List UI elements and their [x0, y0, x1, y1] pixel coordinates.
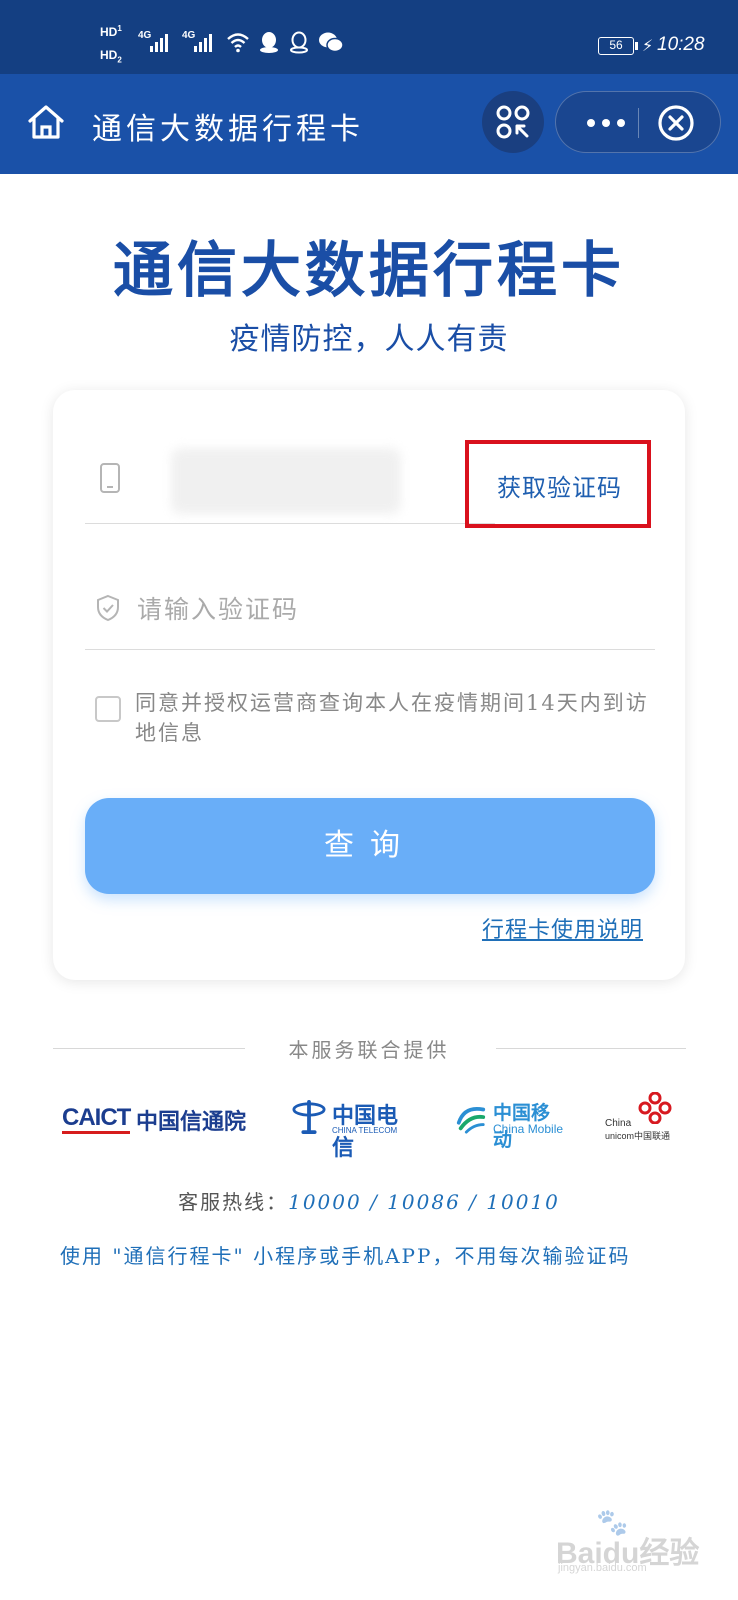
china-mobile-logo: 中国移动 China Mobile [455, 1098, 565, 1151]
china-unicom-icon [638, 1092, 672, 1124]
phone-icon [100, 463, 120, 493]
baidu-watermark: 🐾 Baidu经验 jingyan.baidu.com [556, 1508, 700, 1574]
home-icon[interactable] [24, 100, 68, 144]
charging-icon: ⚡ [642, 36, 654, 55]
china-telecom-logo: 中国电信 CHINA TELECOM [292, 1098, 412, 1161]
page-title: 通信大数据行程卡 [113, 236, 625, 306]
app-tip-link[interactable]: 使用 "通信行程卡" 小程序或手机APP，不用每次输验证码 [60, 1240, 720, 1269]
get-code-button[interactable]: 获取验证码 [497, 468, 622, 503]
guide-link[interactable]: 行程卡使用说明 [482, 912, 643, 944]
nav-bar: 通信大数据行程卡 [0, 74, 738, 174]
hotline-label: 客服热线： [178, 1190, 289, 1214]
status-time: 10:28 [657, 34, 705, 55]
signal-sim1-icon: 4G [138, 28, 168, 54]
china-telecom-icon [292, 1100, 326, 1134]
china-unicom-logo: China unicom中国联通 [605, 1092, 685, 1142]
caict-logo: CAICT 中国信通院 [62, 1104, 247, 1135]
provider-label: 本服务联合提供 [288, 1038, 450, 1062]
phone-divider [85, 523, 495, 524]
china-mobile-icon [456, 1107, 486, 1134]
hotline: 客服热线：10000 / 10086 / 10010 [0, 1186, 738, 1215]
code-divider [85, 649, 655, 650]
wechat-icon [319, 32, 344, 53]
hd-sim1-indicator: HD1 [100, 24, 122, 39]
scan-icon [496, 105, 530, 139]
hd-sim2-indicator: HD2 [100, 48, 122, 65]
more-icon[interactable] [576, 92, 636, 154]
nav-title: 通信大数据行程卡 [92, 112, 364, 147]
code-row [85, 570, 655, 650]
battery-indicator: 56 [598, 37, 634, 55]
capsule-divider [638, 108, 639, 138]
qq-outline-icon [290, 31, 308, 54]
verification-code-input[interactable] [137, 582, 577, 636]
status-bar: HD1 HD2 4G 4G 56 ⚡ 10:28 [0, 0, 738, 74]
agree-text: 同意并授权运营商查询本人在疫情期间14天内到访地信息 [135, 691, 649, 745]
close-icon[interactable] [656, 103, 696, 143]
page-slogan: 疫情防控，人人有责 [229, 322, 509, 357]
battery-tip [635, 42, 638, 50]
qq-icon [260, 32, 278, 53]
wifi-icon [227, 33, 249, 53]
scan-button[interactable] [482, 91, 544, 153]
query-button[interactable]: 查询 [85, 798, 655, 894]
phone-input[interactable] [143, 452, 413, 508]
miniprogram-capsule [555, 91, 721, 153]
signal-sim2-icon: 4G [182, 28, 212, 54]
agree-checkbox[interactable] [95, 696, 121, 722]
shield-icon [97, 594, 119, 622]
hotline-numbers[interactable]: 10000 / 10086 / 10010 [288, 1190, 560, 1214]
